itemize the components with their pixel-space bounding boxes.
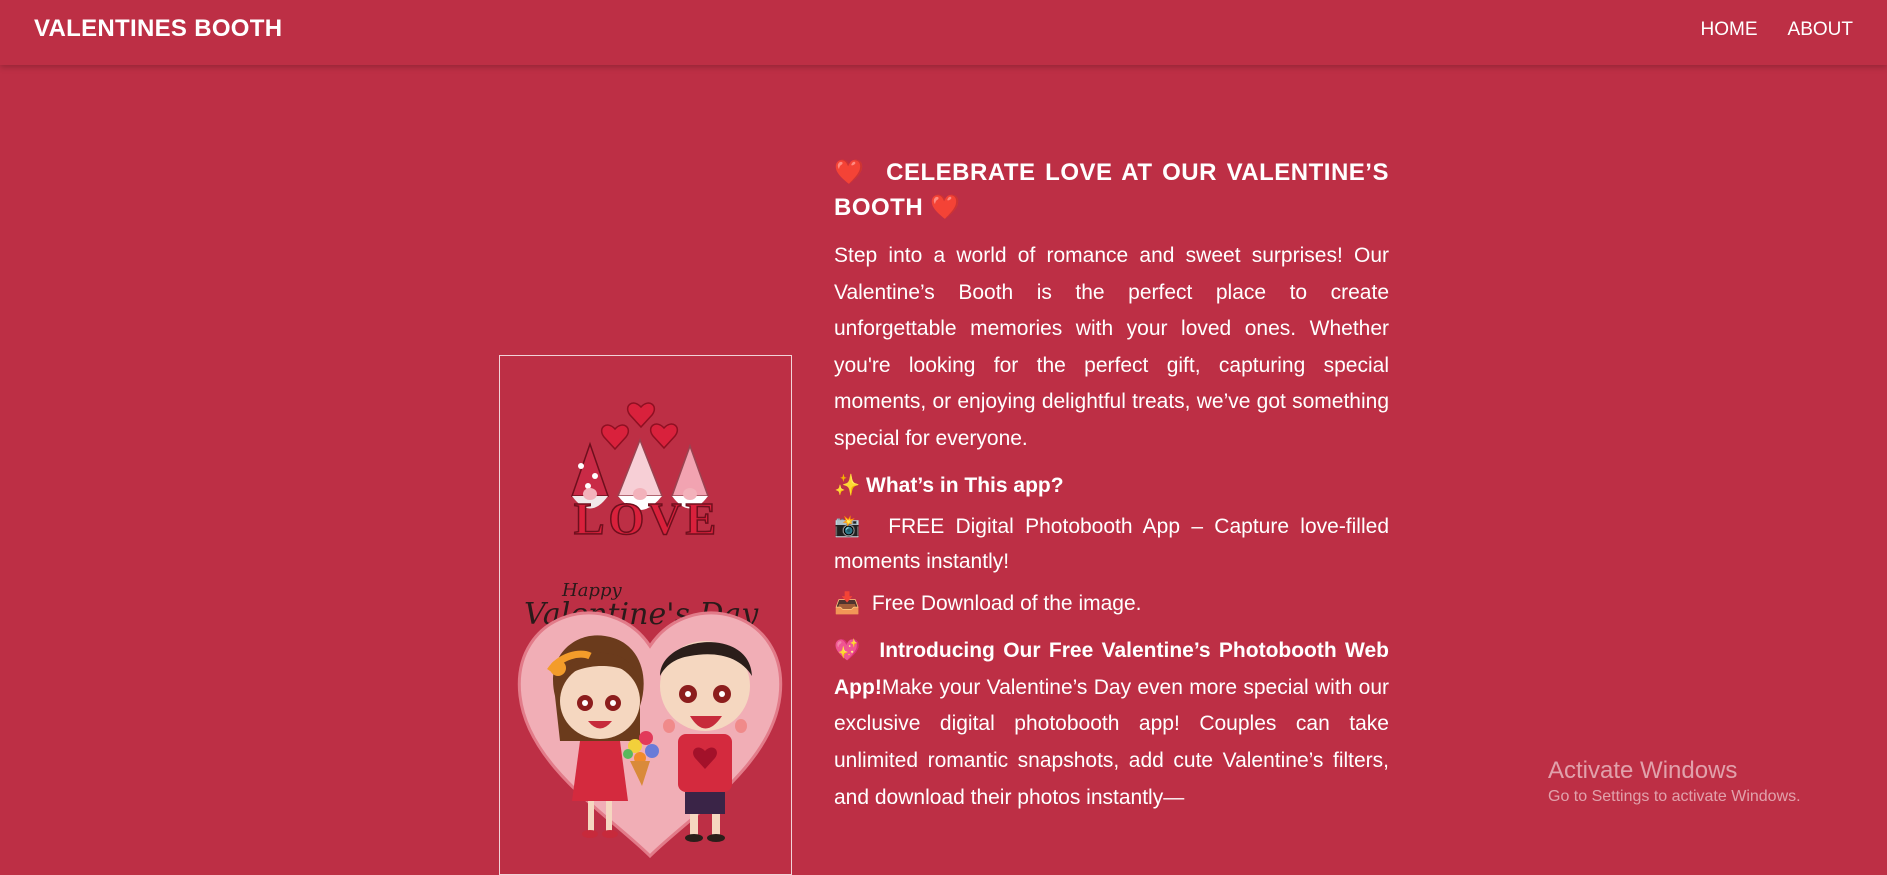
love-word: LOVE <box>574 493 720 544</box>
sparkles-icon: ✨ <box>834 473 861 497</box>
sparkling-heart-icon: 💖 <box>834 639 863 663</box>
valentine-illustration: LOVE Happy Valentine's Day <box>517 402 783 859</box>
feature-item: 📸 FREE Digital Photobooth App – Capture … <box>834 509 1389 579</box>
page-title: ❤️ CELEBRATE LOVE AT OUR VALENTINE’S BOO… <box>834 155 1389 225</box>
heart-icon-trailing: ❤️ <box>930 194 961 221</box>
page-title-text: CELEBRATE LOVE AT OUR VALENTINE’S BOOTH <box>834 159 1389 221</box>
watermark-title: Activate Windows <box>1548 757 1738 784</box>
section-heading-text: What’s in This app? <box>866 473 1064 497</box>
photobooth-intro-paragraph: 💖 Introducing Our Free Valentine’s Photo… <box>834 633 1389 816</box>
feature-text: Free Download of the image. <box>871 592 1142 616</box>
valentine-photo-frame: LOVE Happy Valentine's Day <box>499 355 792 875</box>
nav-links: HOME ABOUT <box>1701 19 1853 41</box>
feature-text: FREE Digital Photobooth App – Capture lo… <box>834 515 1389 574</box>
nav-about-link[interactable]: ABOUT <box>1788 19 1853 41</box>
navbar: VALENTINES BOOTH HOME ABOUT <box>0 0 1887 65</box>
nav-home-link[interactable]: HOME <box>1701 19 1758 41</box>
watermark-subtitle: Go to Settings to activate Windows. <box>1548 788 1801 805</box>
camera-icon: 📸 <box>834 515 866 539</box>
section-heading: ✨ What’s in This app? <box>834 468 1389 505</box>
feature-item: 📥 Free Download of the image. <box>834 586 1389 621</box>
main-content: ❤️ CELEBRATE LOVE AT OUR VALENTINE’S BOO… <box>834 155 1389 826</box>
brand-logo[interactable]: VALENTINES BOOTH <box>34 15 282 43</box>
photobooth-intro-text: Make your Valentine’s Day even more spec… <box>834 675 1389 809</box>
heart-icon: ❤️ <box>834 159 867 186</box>
intro-paragraph: Step into a world of romance and sweet s… <box>834 244 1389 450</box>
windows-activation-watermark: Activate Windows Go to Settings to activ… <box>1548 756 1801 808</box>
download-icon: 📥 <box>834 592 861 616</box>
